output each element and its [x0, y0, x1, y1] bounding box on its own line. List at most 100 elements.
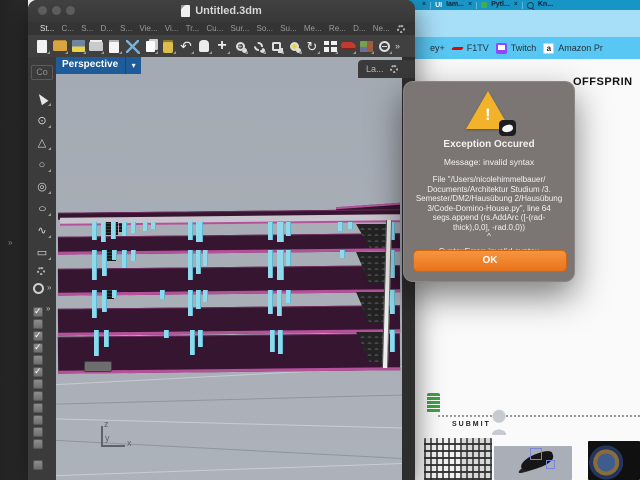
zoom-window-icon[interactable]: [267, 37, 285, 55]
bookmark-twitch[interactable]: Twitch: [496, 43, 537, 54]
paste-special-icon[interactable]: [105, 37, 123, 55]
circle-tool-icon[interactable]: [34, 157, 50, 172]
toolbar-more-icon[interactable]: »: [395, 41, 400, 51]
toolbar-tab-Ne[interactable]: Ne...: [373, 24, 390, 33]
bookmark-amazon-pr[interactable]: aAmazon Pr: [543, 43, 603, 54]
snap-checkbox-3[interactable]: [33, 331, 43, 341]
toolbar-tab-Tr[interactable]: Tr...: [186, 24, 199, 33]
toolbar-tab-Vi[interactable]: Vi...: [165, 24, 179, 33]
layers-panel-tab[interactable]: La...: [358, 60, 415, 78]
toolbar-tab-St[interactable]: St...: [40, 24, 54, 33]
new-file-icon[interactable]: [33, 37, 51, 55]
toolbar-tab-Vie[interactable]: Vie...: [139, 24, 157, 33]
clipboard-icon[interactable]: [159, 37, 177, 55]
snap-checkbox-11[interactable]: [33, 427, 43, 437]
thumbnail-bird-sketch[interactable]: [494, 446, 572, 480]
curve-tool-icon[interactable]: [34, 223, 50, 238]
thumbnail-ornament[interactable]: [588, 441, 640, 480]
toolbar-tab-S[interactable]: S...: [81, 24, 93, 33]
save-icon[interactable]: [69, 37, 87, 55]
column: [268, 222, 273, 240]
glyph: [324, 41, 337, 52]
rotate-4way-icon[interactable]: [213, 37, 231, 55]
glyph: [360, 41, 373, 52]
glyph: [341, 42, 356, 50]
point-tool-icon[interactable]: [34, 113, 50, 128]
print-icon[interactable]: [87, 37, 105, 55]
perspective-viewport[interactable]: Perspective ▾ z y x: [56, 57, 402, 480]
ok-button[interactable]: OK: [413, 250, 567, 272]
tab-fav-search-icon[interactable]: [527, 2, 534, 9]
toolbar-tab-row: St... C... S... D... S... Vie... Vi... Tr... Cu.…: [28, 22, 415, 35]
tab-close-icon[interactable]: ×: [514, 1, 518, 9]
glyph: [38, 137, 46, 149]
snap-checkbox-1[interactable]: [33, 307, 43, 317]
toolbar-tab-Cu[interactable]: Cu...: [206, 24, 223, 33]
viewport-title[interactable]: Perspective: [56, 57, 125, 74]
snap-checkbox-2[interactable]: [33, 319, 43, 329]
zoom-icon[interactable]: [231, 37, 249, 55]
column: [286, 290, 291, 303]
toolbar-tab-Su[interactable]: Su...: [280, 24, 296, 33]
browser-tab-title[interactable]: Iam...: [446, 1, 464, 9]
bookmark-ey-[interactable]: ey+: [426, 43, 445, 53]
column: [92, 290, 97, 318]
chevron-down-icon[interactable]: ▾: [125, 57, 141, 74]
rectangle-tool-icon[interactable]: [34, 245, 50, 260]
snap-checkbox-9[interactable]: [33, 403, 43, 413]
cursor-tool-icon[interactable]: [34, 91, 50, 106]
title-bar[interactable]: Untitled.3dm: [28, 0, 415, 22]
snap-checkbox-6[interactable]: [33, 367, 43, 377]
snap-checkbox-8[interactable]: [33, 391, 43, 401]
zoom-dynamic-icon[interactable]: [249, 37, 267, 55]
toolbar-tab-Re[interactable]: Re...: [329, 24, 346, 33]
arc-tool-icon[interactable]: [34, 179, 50, 194]
toolbar-tab-Me[interactable]: Me...: [304, 24, 322, 33]
browser-tab-title[interactable]: Kn...: [538, 1, 553, 9]
open-folder-icon[interactable]: [51, 37, 69, 55]
toolbar-tab-D[interactable]: D...: [100, 24, 112, 33]
column: [270, 330, 275, 352]
glyph: [37, 181, 47, 193]
copy-icon[interactable]: [141, 37, 159, 55]
main-toolbar: »: [28, 35, 415, 57]
column: [277, 250, 284, 280]
bookmark-f1tv[interactable]: F1TV: [452, 43, 489, 54]
snap-checkbox-7[interactable]: [33, 379, 43, 389]
zoom-selected-icon[interactable]: [285, 37, 303, 55]
undo-icon[interactable]: [177, 37, 195, 55]
gear-icon[interactable]: [390, 65, 398, 73]
glyph: [236, 42, 245, 51]
column: [101, 222, 106, 242]
toolbar-tab-S[interactable]: S...: [120, 24, 132, 33]
toolbar-tab-So[interactable]: So...: [256, 24, 272, 33]
browser-tab-title[interactable]: Pytl...: [491, 1, 510, 9]
polyline-tool-icon[interactable]: [34, 135, 50, 150]
toolbar-tab-Sur[interactable]: Sur...: [231, 24, 250, 33]
options-circle-icon[interactable]: [375, 37, 393, 55]
ellipse-tool-icon[interactable]: [34, 201, 50, 216]
command-panel-label[interactable]: Co: [31, 65, 53, 80]
tab-close-icon[interactable]: ×: [468, 1, 472, 9]
gear-icon[interactable]: [397, 25, 405, 33]
toolbar-tab-C[interactable]: C...: [61, 24, 73, 33]
avatar[interactable]: [486, 409, 512, 435]
toolbar-tab-D[interactable]: D...: [353, 24, 365, 33]
rotate-icon[interactable]: [303, 37, 321, 55]
snap-checkbox-10[interactable]: [33, 415, 43, 425]
snap-checkbox-5[interactable]: [33, 355, 43, 365]
snap-checkbox-4[interactable]: [33, 343, 43, 353]
viewport-tab[interactable]: Perspective ▾: [56, 57, 141, 74]
thumbnail-building-render[interactable]: [424, 438, 492, 480]
rotate-circle-icon[interactable]: [33, 283, 44, 294]
cut-icon[interactable]: [123, 37, 141, 55]
snap-checkbox-12[interactable]: [33, 439, 43, 449]
snap-checkbox-lone[interactable]: [33, 460, 43, 470]
gear-icon[interactable]: [37, 267, 45, 275]
viewport-layout-icon[interactable]: [321, 37, 339, 55]
tab-fav-green-icon[interactable]: [481, 2, 487, 8]
pan-hand-icon[interactable]: [195, 37, 213, 55]
car-icon[interactable]: [339, 37, 357, 55]
display-map-icon[interactable]: [357, 37, 375, 55]
tab-close-icon[interactable]: ×: [422, 1, 426, 9]
